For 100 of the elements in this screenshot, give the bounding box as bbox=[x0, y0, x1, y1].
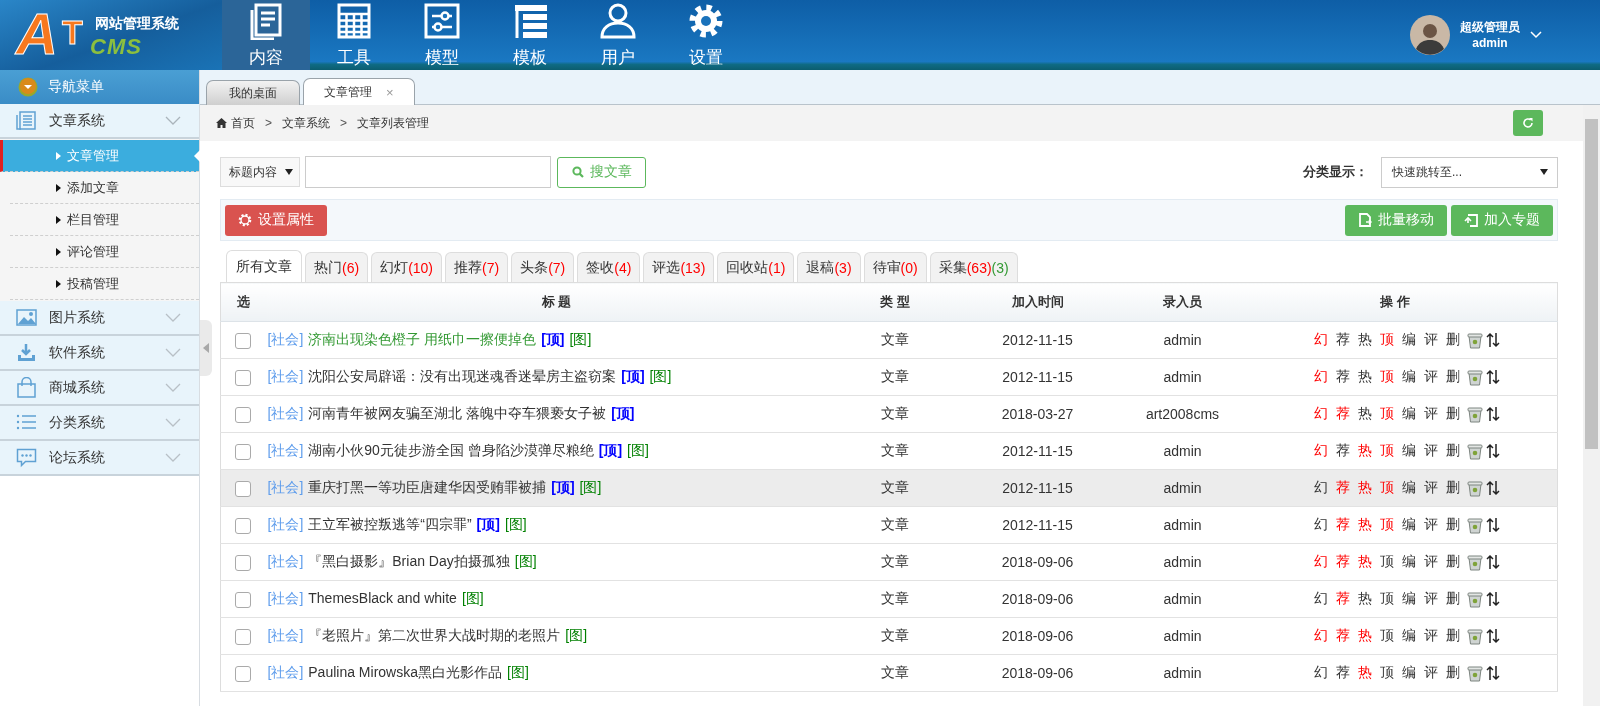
action-link[interactable]: 顶 bbox=[1379, 664, 1394, 682]
filter-tab[interactable]: 采集(63)(3) bbox=[929, 252, 1018, 283]
article-title[interactable]: ThemesBlack and white bbox=[308, 590, 457, 606]
table-row[interactable]: [社会] Paulina Mirowska黑白光影作品 [图] 文章 2018-09-06 admin 幻 荐 热 顶 编 评 删 bbox=[220, 654, 1558, 692]
table-row[interactable]: [社会] 济南出现染色橙子 用纸巾一擦便掉色 [顶] [图] 文章 2012-11-15 admin 幻 荐 热 顶 编 评 删 bbox=[220, 321, 1558, 359]
action-link[interactable]: 删 bbox=[1445, 590, 1460, 608]
action-link[interactable]: 顶 bbox=[1379, 368, 1394, 386]
action-button[interactable]: 设置属性 bbox=[225, 204, 327, 236]
action-link[interactable]: 热 bbox=[1357, 590, 1372, 608]
article-title[interactable]: 王立军被控叛逃等“四宗罪” bbox=[308, 516, 472, 532]
menu-group[interactable]: 论坛系统 bbox=[0, 441, 199, 476]
search-field[interactable] bbox=[305, 156, 551, 188]
article-title[interactable]: 河南青年被网友骗至湖北 落魄中夺车猥亵女子被 bbox=[308, 405, 607, 421]
action-link[interactable]: 热 bbox=[1357, 331, 1372, 349]
checkbox[interactable] bbox=[235, 665, 252, 682]
action-link[interactable]: 评 bbox=[1423, 368, 1438, 386]
action-link[interactable]: 编 bbox=[1401, 479, 1416, 497]
action-link[interactable]: 荐 bbox=[1335, 516, 1350, 534]
action-link[interactable]: 评 bbox=[1423, 553, 1438, 571]
filter-tab[interactable]: 回收站(1) bbox=[717, 252, 795, 283]
menu-group[interactable]: 软件系统 bbox=[0, 336, 199, 371]
action-link[interactable]: 荐 bbox=[1335, 664, 1350, 682]
action-link[interactable]: 顶 bbox=[1379, 442, 1394, 460]
action-link[interactable]: 删 bbox=[1445, 553, 1460, 571]
chevron-down-icon[interactable] bbox=[1530, 31, 1542, 39]
article-title[interactable]: 沈阳公安局辟谣：没有出现迷魂香迷晕房主盗窃案 bbox=[308, 368, 617, 384]
menu-group[interactable]: 分类系统 bbox=[0, 406, 199, 441]
menu-group[interactable]: 文章系统 bbox=[0, 104, 199, 139]
select-field[interactable]: 标题内容 bbox=[220, 157, 300, 187]
page-tab[interactable]: 文章管理 × bbox=[303, 78, 415, 105]
collapse-handle[interactable] bbox=[200, 320, 212, 376]
sort-arrows-icon[interactable] bbox=[1485, 332, 1500, 348]
checkbox[interactable] bbox=[235, 332, 252, 349]
table-row[interactable]: [社会] 『黑白摄影』Brian Day拍摄孤独 [图] 文章 2018-09-06 admin 幻 荐 热 顶 编 评 删 bbox=[220, 543, 1558, 581]
action-link[interactable]: 幻 bbox=[1313, 664, 1328, 682]
sort-arrows-icon[interactable] bbox=[1485, 517, 1500, 533]
action-link[interactable]: 编 bbox=[1401, 590, 1416, 608]
action-link[interactable]: 顶 bbox=[1379, 553, 1394, 571]
action-link[interactable]: 删 bbox=[1445, 368, 1460, 386]
filter-tab[interactable]: 头条(7) bbox=[511, 252, 575, 283]
action-link[interactable]: 热 bbox=[1357, 368, 1372, 386]
checkbox[interactable] bbox=[235, 517, 252, 534]
action-link[interactable]: 编 bbox=[1401, 553, 1416, 571]
action-link[interactable]: 编 bbox=[1401, 442, 1416, 460]
action-link[interactable]: 删 bbox=[1445, 479, 1460, 497]
article-title[interactable]: 『老照片』第二次世界大战时期的老照片 bbox=[308, 627, 561, 643]
action-link[interactable]: 评 bbox=[1423, 590, 1438, 608]
action-link[interactable]: 删 bbox=[1445, 664, 1460, 682]
action-link[interactable]: 幻 bbox=[1313, 331, 1328, 349]
action-link[interactable]: 荐 bbox=[1335, 553, 1350, 571]
table-row[interactable]: [社会] ThemesBlack and white [图] 文章 2018-09-06 admin 幻 荐 热 顶 编 评 删 bbox=[220, 580, 1558, 618]
action-link[interactable]: 幻 bbox=[1313, 590, 1328, 608]
sort-arrows-icon[interactable] bbox=[1485, 554, 1500, 570]
action-link[interactable]: 热 bbox=[1357, 627, 1372, 645]
table-row[interactable]: [社会] 湖南小伙90元徒步游全国 曾身陷沙漠弹尽粮绝 [顶] [图] 文章 2012-11-15 admin 幻 荐 热 顶 编 评 删 bbox=[220, 432, 1558, 470]
article-title[interactable]: 湖南小伙90元徒步游全国 曾身陷沙漠弹尽粮绝 bbox=[308, 442, 594, 458]
article-title[interactable]: 『黑白摄影』Brian Day拍摄孤独 bbox=[308, 553, 510, 569]
sort-arrows-icon[interactable] bbox=[1485, 480, 1500, 496]
nav-tab[interactable]: 内容 bbox=[222, 0, 310, 70]
article-title[interactable]: 济南出现染色橙子 用纸巾一擦便掉色 bbox=[308, 331, 537, 347]
breadcrumb-link[interactable]: 文章系统 bbox=[282, 114, 330, 132]
page-tab[interactable]: 我的桌面 bbox=[206, 80, 300, 105]
sort-arrows-icon[interactable] bbox=[1485, 628, 1500, 644]
filter-tab[interactable]: 签收(4) bbox=[577, 252, 641, 283]
action-link[interactable]: 荐 bbox=[1335, 368, 1350, 386]
filter-tab[interactable]: 热门(6) bbox=[305, 252, 369, 283]
breadcrumb-link[interactable]: 首页 bbox=[216, 114, 255, 132]
action-link[interactable]: 编 bbox=[1401, 405, 1416, 423]
action-link[interactable]: 顶 bbox=[1379, 590, 1394, 608]
action-link[interactable]: 评 bbox=[1423, 627, 1438, 645]
sort-arrows-icon[interactable] bbox=[1485, 369, 1500, 385]
action-link[interactable]: 评 bbox=[1423, 331, 1438, 349]
action-link[interactable]: 荐 bbox=[1335, 627, 1350, 645]
scrollbar[interactable] bbox=[1583, 105, 1600, 706]
action-link[interactable]: 热 bbox=[1357, 405, 1372, 423]
filter-tab[interactable]: 退稿(3) bbox=[797, 252, 861, 283]
checkbox[interactable] bbox=[235, 628, 252, 645]
action-link[interactable]: 编 bbox=[1401, 627, 1416, 645]
action-link[interactable]: 顶 bbox=[1379, 516, 1394, 534]
action-link[interactable]: 荐 bbox=[1335, 442, 1350, 460]
menu-group[interactable]: 图片系统 bbox=[0, 301, 199, 336]
action-link[interactable]: 编 bbox=[1401, 664, 1416, 682]
action-link[interactable]: 荐 bbox=[1335, 331, 1350, 349]
filter-tab[interactable]: 推荐(7) bbox=[445, 252, 509, 283]
article-title[interactable]: Paulina Mirowska黑白光影作品 bbox=[308, 664, 502, 680]
filter-tab[interactable]: 所有文章 bbox=[226, 250, 302, 283]
action-link[interactable]: 评 bbox=[1423, 405, 1438, 423]
action-link[interactable]: 顶 bbox=[1379, 627, 1394, 645]
action-link[interactable]: 幻 bbox=[1313, 405, 1328, 423]
filter-tab[interactable]: 待审(0) bbox=[863, 252, 927, 283]
action-link[interactable]: 荐 bbox=[1335, 405, 1350, 423]
action-link[interactable]: 幻 bbox=[1313, 479, 1328, 497]
nav-tab[interactable]: 用户 bbox=[574, 0, 662, 70]
table-row[interactable]: [社会] 沈阳公安局辟谣：没有出现迷魂香迷晕房主盗窃案 [顶] [图] 文章 2012-11-15 admin 幻 荐 热 顶 编 评 删 bbox=[220, 358, 1558, 396]
filter-tab[interactable]: 评选(13) bbox=[643, 252, 715, 283]
checkbox[interactable] bbox=[235, 369, 252, 386]
action-link[interactable]: 评 bbox=[1423, 516, 1438, 534]
action-link[interactable]: 热 bbox=[1357, 516, 1372, 534]
checkbox[interactable] bbox=[235, 443, 252, 460]
nav-tab[interactable]: 工具 bbox=[310, 0, 398, 70]
